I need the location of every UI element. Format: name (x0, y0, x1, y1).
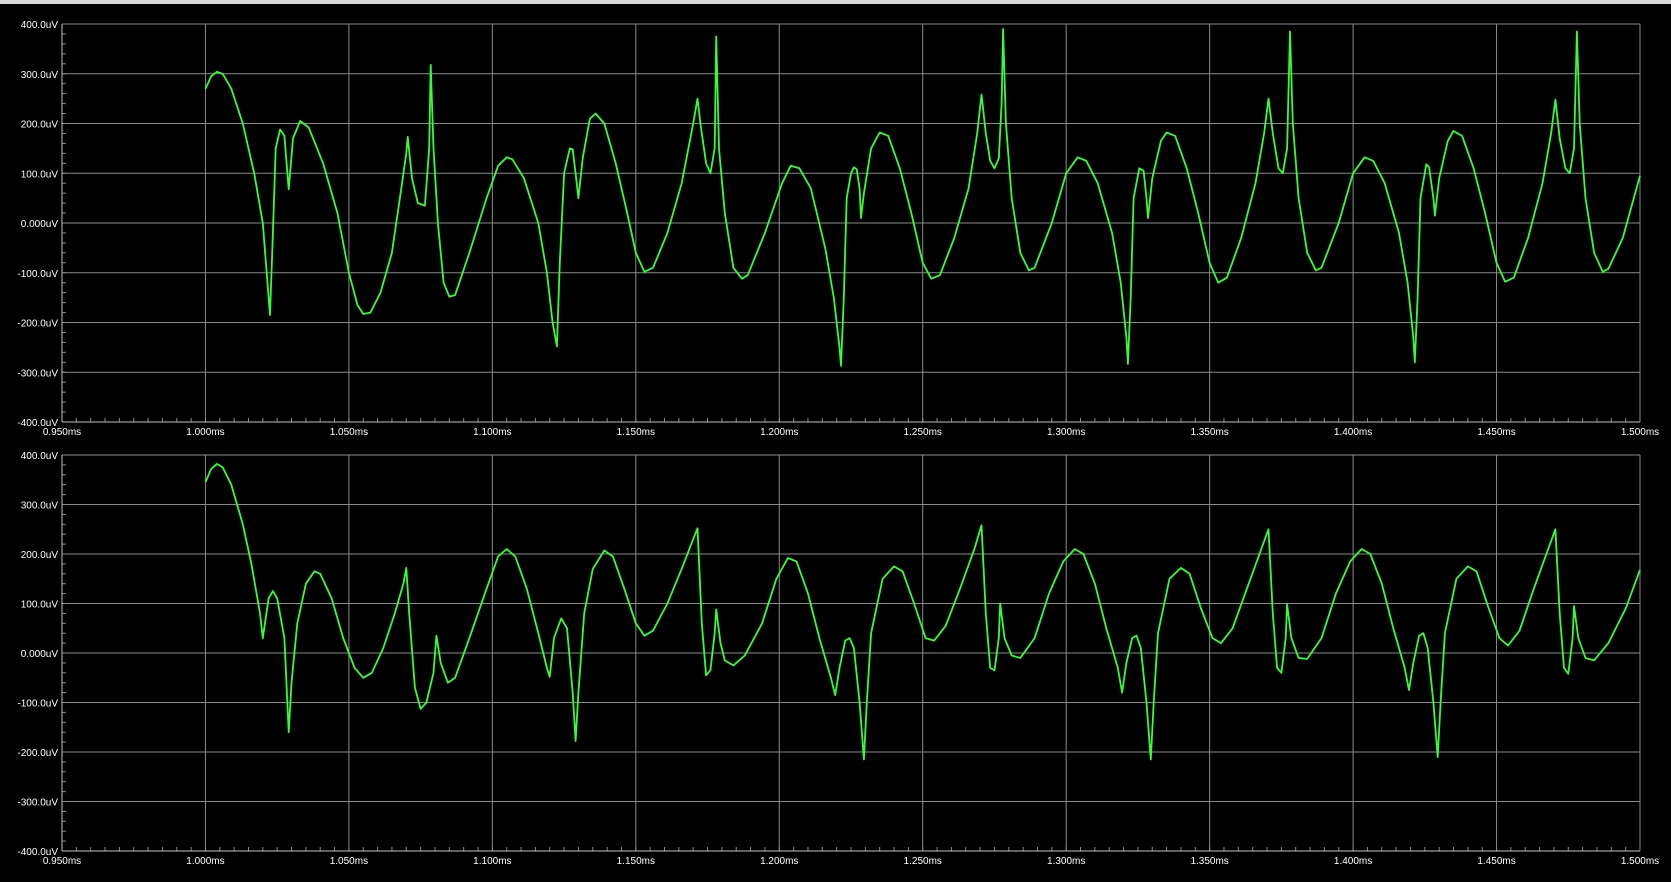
y-tick-label: 400.0uV (21, 20, 59, 31)
x-tick-label: 1.050ms (330, 856, 368, 867)
x-tick-label: 1.150ms (617, 427, 655, 438)
y-tick-label: 100.0uV (21, 169, 59, 180)
chart-panel-1: 0.950ms 1.000ms 1.050ms 1.100ms 1.150ms 1.200… (17, 20, 1659, 438)
x-tick-label: 1.400ms (1334, 856, 1372, 867)
x-tick-label: 1.300ms (1047, 427, 1085, 438)
y-tick-label: 200.0uV (21, 550, 59, 561)
y-tick-label: -100.0uV (17, 699, 58, 710)
x-tick-label: 1.350ms (1190, 856, 1228, 867)
x-tick-label: 1.450ms (1477, 856, 1515, 867)
x-tick-label: 1.000ms (186, 856, 224, 867)
y-tick-label: -400.0uV (17, 418, 58, 429)
x-tick-label: 1.500ms (1621, 856, 1659, 867)
x-tick-label: 1.100ms (473, 427, 511, 438)
window-top-border (0, 0, 1671, 4)
x-tick-label: 1.000ms (186, 427, 224, 438)
x-tick-label: 1.400ms (1334, 427, 1372, 438)
y-tick-label: -200.0uV (17, 319, 58, 330)
x-tick-label: 1.050ms (330, 427, 368, 438)
y-tick-label: 100.0uV (21, 600, 59, 611)
x-tick-label: 1.350ms (1190, 427, 1228, 438)
y-tick-label: 0.000uV (21, 219, 59, 230)
x-tick-label: 1.200ms (760, 856, 798, 867)
y-tick-label: 400.0uV (21, 451, 59, 462)
x-tick-label: 1.500ms (1621, 427, 1659, 438)
waveform-charts: 0.950ms 1.000ms 1.050ms 1.100ms 1.150ms 1.200… (17, 20, 1659, 867)
y-tick-label: -100.0uV (17, 269, 58, 280)
oscilloscope-display: 0.950ms 1.000ms 1.050ms 1.100ms 1.150ms 1.200… (0, 0, 1671, 877)
y-tick-label: -300.0uV (17, 798, 58, 809)
y-tick-label: 300.0uV (21, 70, 59, 81)
y-tick-label: 200.0uV (21, 120, 59, 131)
x-tick-label: 1.250ms (904, 427, 942, 438)
x-tick-label: 1.300ms (1047, 856, 1085, 867)
chart-panel-2: 0.950ms 1.000ms 1.050ms 1.100ms 1.150ms 1.200… (17, 451, 1659, 867)
x-tick-label: 1.150ms (617, 856, 655, 867)
y-tick-label: 0.000uV (21, 649, 59, 660)
y-tick-label: -300.0uV (17, 368, 58, 379)
y-tick-label: 300.0uV (21, 501, 59, 512)
y-tick-label: -400.0uV (17, 847, 58, 858)
x-tick-label: 1.250ms (904, 856, 942, 867)
y-tick-label: -200.0uV (17, 748, 58, 759)
x-tick-label: 1.200ms (760, 427, 798, 438)
x-tick-label: 1.100ms (473, 856, 511, 867)
x-tick-label: 1.450ms (1477, 427, 1515, 438)
